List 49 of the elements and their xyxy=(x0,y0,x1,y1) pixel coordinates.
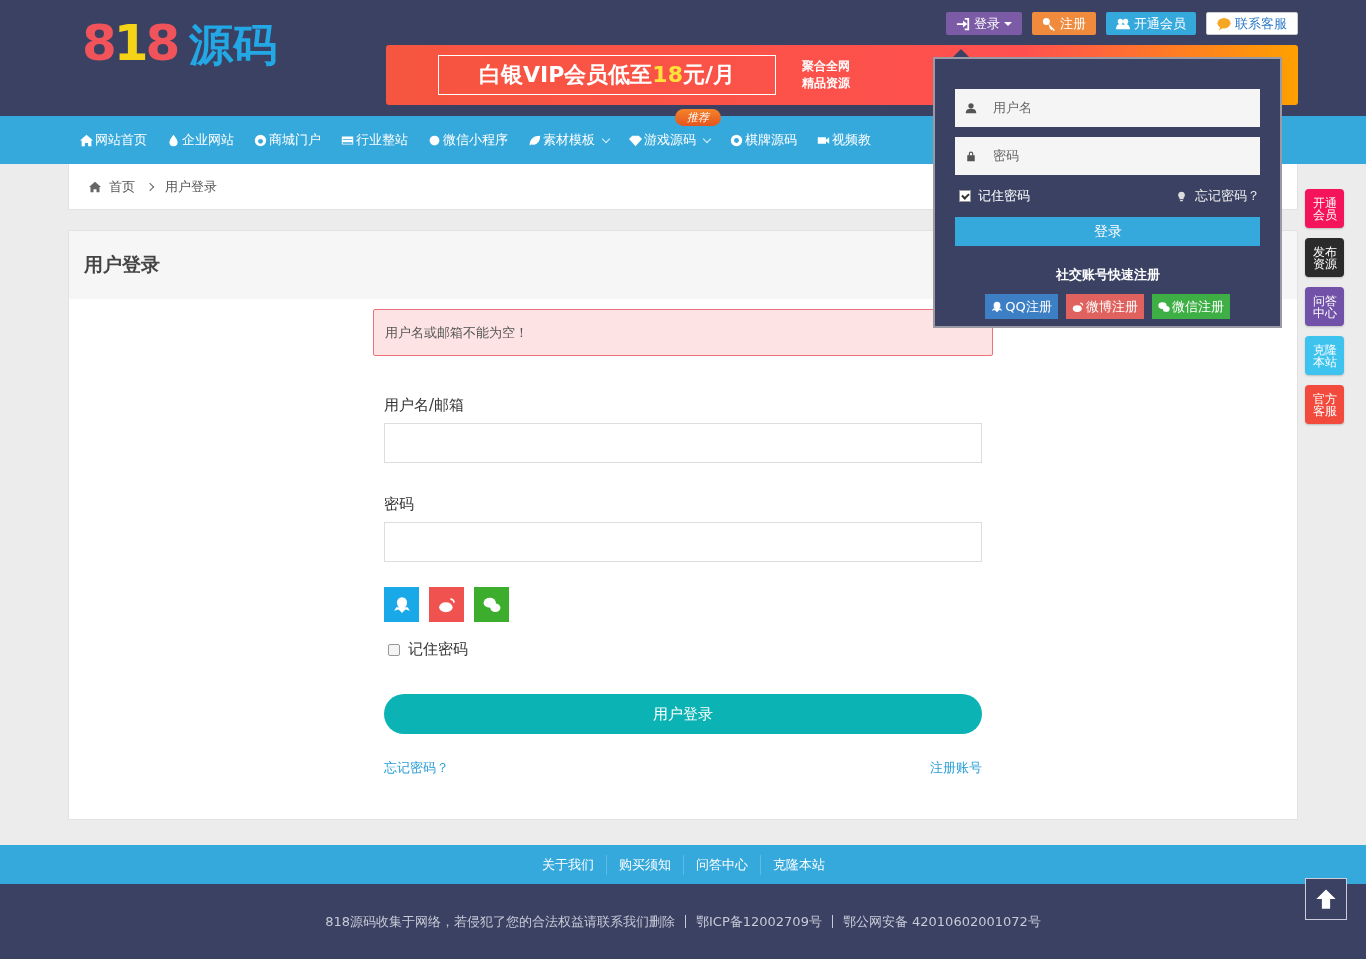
recommend-badge: 推荐 xyxy=(675,109,721,126)
register-button[interactable]: 注册 xyxy=(1032,12,1096,35)
side-shortcut-button[interactable]: 克隆本站 xyxy=(1305,336,1344,375)
password-field[interactable]: 密码 xyxy=(955,137,1260,175)
icp-license-link[interactable]: 鄂ICP备12002709号 xyxy=(696,912,822,931)
nav-item[interactable]: 微信小程序 xyxy=(428,131,508,149)
nav-item[interactable]: 企业网站 xyxy=(167,131,234,149)
remember-label: 记住密码 xyxy=(408,640,468,659)
banner-tagline: 聚合全网 xyxy=(802,58,850,75)
footer-link[interactable]: 问答中心 xyxy=(682,854,760,875)
side-shortcut-button[interactable]: 发布资源 xyxy=(1305,238,1344,277)
remember-label: 记住密码 xyxy=(978,187,1030,205)
footer-link[interactable]: 关于我们 xyxy=(529,854,606,875)
social-register-heading: 社交账号快速注册 xyxy=(1055,266,1160,284)
membership-button[interactable]: 开通会员 xyxy=(1106,12,1196,35)
nav-item[interactable]: 游戏源码 xyxy=(629,131,710,149)
login-submit-button[interactable]: 用户登录 xyxy=(384,694,982,734)
qq-register-button[interactable]: QQ注册 xyxy=(985,294,1058,319)
field-label: 密码 xyxy=(384,495,415,514)
register-link[interactable]: 注册账号 xyxy=(930,759,982,777)
police-record-link[interactable]: 鄂公网安备 42010602001072号 xyxy=(842,912,1041,931)
nav-item[interactable]: 棋牌源码 xyxy=(730,131,797,149)
customer-service-button[interactable]: 联系客服 xyxy=(1206,12,1298,35)
forgot-password-link[interactable]: 忘记密码？ xyxy=(1195,187,1260,205)
nav-item[interactable]: 视频教 xyxy=(817,131,871,149)
login-dropdown-button[interactable]: 登录 xyxy=(946,12,1022,35)
side-shortcut-button[interactable]: 开通会员 xyxy=(1305,189,1344,228)
breadcrumb-link[interactable]: 首页 xyxy=(89,177,135,196)
side-shortcut-button[interactable]: 官方客服 xyxy=(1305,385,1344,424)
username-field[interactable]: 用户名 xyxy=(955,89,1260,127)
breadcrumb-current: 用户登录 xyxy=(165,177,217,196)
footer-link[interactable]: 购买须知 xyxy=(605,854,683,875)
copyright-notice: 818源码收集于网络，若侵犯了您的合法权益请联系我们删除 xyxy=(325,912,675,931)
page-title: 用户登录 xyxy=(84,252,160,277)
nav-item[interactable]: 网站首页 xyxy=(80,131,147,149)
weibo-register-button[interactable]: 微博注册 xyxy=(1065,294,1144,319)
login-button[interactable]: 登录 xyxy=(955,217,1260,246)
forgot-password-link[interactable]: 忘记密码？ xyxy=(384,759,449,777)
nav-item[interactable]: 行业整站 xyxy=(341,131,408,149)
footer-link[interactable]: 克隆本站 xyxy=(759,854,837,875)
nav-item[interactable]: 商城门户 xyxy=(254,131,321,149)
error-alert: 用户名或邮箱不能为空！ xyxy=(373,309,993,356)
wechat-register-button[interactable]: 微信注册 xyxy=(1151,294,1230,319)
banner-headline: 白银VIP会员低至18元/月 xyxy=(479,61,735,89)
side-shortcut-button[interactable]: 问答中心 xyxy=(1305,287,1344,326)
nav-item[interactable]: 素材模板 xyxy=(528,131,609,149)
banner-tagline: 精品资源 xyxy=(802,75,850,92)
site-logo[interactable]: 818 源码 xyxy=(82,14,278,74)
field-label: 用户名/邮箱 xyxy=(384,396,466,415)
